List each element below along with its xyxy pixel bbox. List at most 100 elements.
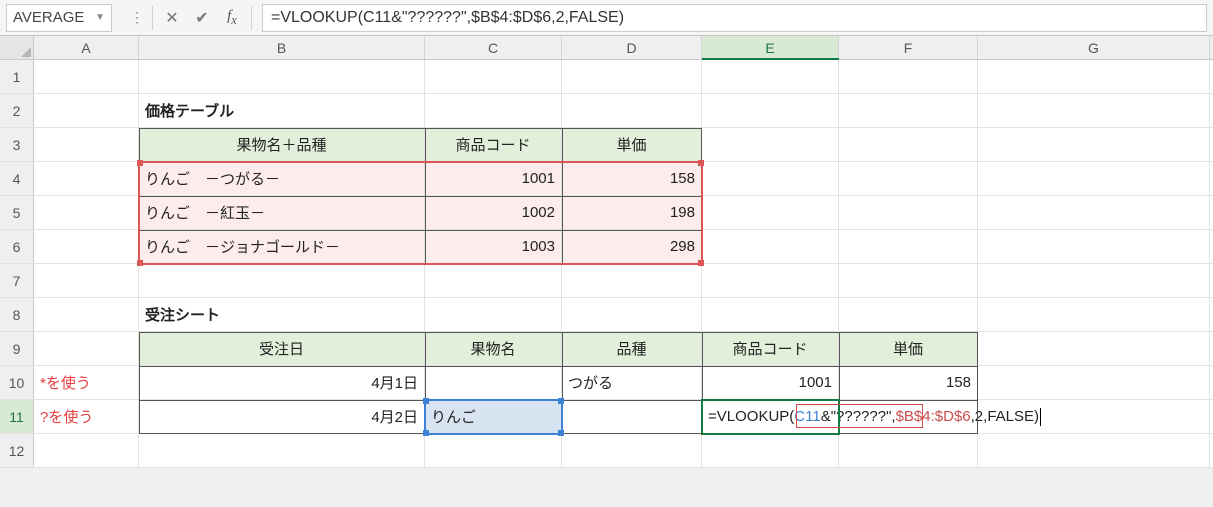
cell[interactable] [702, 60, 839, 93]
cell[interactable] [425, 60, 562, 93]
cell[interactable] [702, 434, 839, 467]
cell[interactable] [34, 332, 139, 365]
cell[interactable] [34, 162, 139, 195]
cell[interactable] [425, 94, 562, 127]
row-header[interactable]: 4 [0, 162, 34, 195]
formula-input[interactable]: =VLOOKUP(C11&"??????",$B$4:$D$6,2,FALSE) [262, 4, 1207, 32]
cell[interactable] [34, 434, 139, 467]
cell[interactable] [839, 298, 978, 331]
order-date[interactable]: 4月2日 [139, 400, 425, 433]
price-row-name[interactable]: りんご －紅玉－ [139, 196, 425, 229]
row-header[interactable]: 9 [0, 332, 34, 365]
cell[interactable] [839, 162, 978, 195]
cell[interactable] [562, 94, 702, 127]
cell[interactable] [34, 94, 139, 127]
cell[interactable] [425, 264, 562, 297]
row-header[interactable]: 10 [0, 366, 34, 399]
cancel-button[interactable]: ✕ [157, 4, 187, 32]
cell[interactable] [839, 60, 978, 93]
cell[interactable] [978, 162, 1210, 195]
price-table-title[interactable]: 価格テーブル [139, 94, 425, 127]
price-row-price[interactable]: 198 [562, 196, 702, 229]
cell[interactable] [702, 128, 839, 161]
order-price[interactable]: 158 [839, 366, 978, 399]
price-row-code[interactable]: 1003 [425, 230, 562, 263]
cell[interactable] [34, 128, 139, 161]
order-fruit[interactable] [425, 366, 562, 399]
order-header-date[interactable]: 受注日 [139, 332, 425, 365]
order-header-fruit[interactable]: 果物名 [425, 332, 562, 365]
price-header-price[interactable]: 単価 [562, 128, 702, 161]
cell[interactable] [978, 128, 1210, 161]
cell[interactable] [839, 128, 978, 161]
col-header-D[interactable]: D [562, 36, 702, 59]
accept-button[interactable]: ✔ [187, 4, 217, 32]
fx-icon[interactable]: fx [217, 4, 247, 32]
row-header[interactable]: 12 [0, 434, 34, 467]
row-header[interactable]: 7 [0, 264, 34, 297]
col-header-F[interactable]: F [839, 36, 978, 59]
cell[interactable] [978, 60, 1210, 93]
row-header[interactable]: 3 [0, 128, 34, 161]
price-header-name[interactable]: 果物名＋品種 [139, 128, 425, 161]
name-box[interactable]: AVERAGE ▼ [6, 4, 112, 32]
cell[interactable] [562, 298, 702, 331]
cell[interactable] [702, 196, 839, 229]
cell[interactable] [702, 230, 839, 263]
note-star[interactable]: *を使う [34, 366, 139, 399]
cell[interactable] [425, 434, 562, 467]
order-date[interactable]: 4月1日 [139, 366, 425, 399]
cell[interactable] [139, 434, 425, 467]
cell[interactable] [978, 94, 1210, 127]
cell[interactable] [839, 264, 978, 297]
cell[interactable] [978, 196, 1210, 229]
expand-dots-icon[interactable]: ⋮ [126, 9, 148, 26]
cell[interactable] [839, 196, 978, 229]
price-row-code[interactable]: 1002 [425, 196, 562, 229]
row-header[interactable]: 6 [0, 230, 34, 263]
cell[interactable] [839, 94, 978, 127]
cell[interactable] [562, 264, 702, 297]
price-header-code[interactable]: 商品コード [425, 128, 562, 161]
cell[interactable] [34, 264, 139, 297]
row-header[interactable]: 11 [0, 400, 34, 433]
price-row-price[interactable]: 158 [562, 162, 702, 195]
cell[interactable] [34, 60, 139, 93]
cell[interactable] [702, 94, 839, 127]
order-header-code[interactable]: 商品コード [702, 332, 839, 365]
cell[interactable] [702, 162, 839, 195]
row-header[interactable]: 5 [0, 196, 34, 229]
cell[interactable] [702, 298, 839, 331]
order-variety[interactable]: つがる [562, 366, 702, 399]
row-header[interactable]: 8 [0, 298, 34, 331]
cell[interactable] [702, 264, 839, 297]
col-header-G[interactable]: G [978, 36, 1210, 59]
cell[interactable] [978, 298, 1210, 331]
cell[interactable] [139, 264, 425, 297]
order-header-price[interactable]: 単価 [839, 332, 978, 365]
order-header-variety[interactable]: 品種 [562, 332, 702, 365]
price-row-code[interactable]: 1001 [425, 162, 562, 195]
cell[interactable] [978, 366, 1210, 399]
chevron-down-icon[interactable]: ▼ [95, 12, 105, 23]
cell[interactable] [839, 230, 978, 263]
col-header-C[interactable]: C [425, 36, 562, 59]
col-header-E[interactable]: E [702, 36, 839, 59]
select-all-corner[interactable] [0, 36, 34, 59]
order-variety[interactable] [562, 400, 702, 433]
row-header[interactable]: 2 [0, 94, 34, 127]
order-code[interactable]: 1001 [702, 366, 839, 399]
cell[interactable] [34, 196, 139, 229]
col-header-A[interactable]: A [34, 36, 139, 59]
price-row-name[interactable]: りんご －ジョナゴールド－ [139, 230, 425, 263]
active-cell-formula[interactable]: =VLOOKUP(C11&"??????",$B$4:$D$6,2,FALSE) [702, 400, 839, 433]
col-header-B[interactable]: B [139, 36, 425, 59]
cell[interactable] [978, 434, 1210, 467]
price-row-price[interactable]: 298 [562, 230, 702, 263]
cell[interactable] [562, 434, 702, 467]
cell[interactable] [34, 298, 139, 331]
cell[interactable] [139, 60, 425, 93]
cell[interactable] [425, 298, 562, 331]
cell[interactable] [562, 60, 702, 93]
cell[interactable] [839, 434, 978, 467]
